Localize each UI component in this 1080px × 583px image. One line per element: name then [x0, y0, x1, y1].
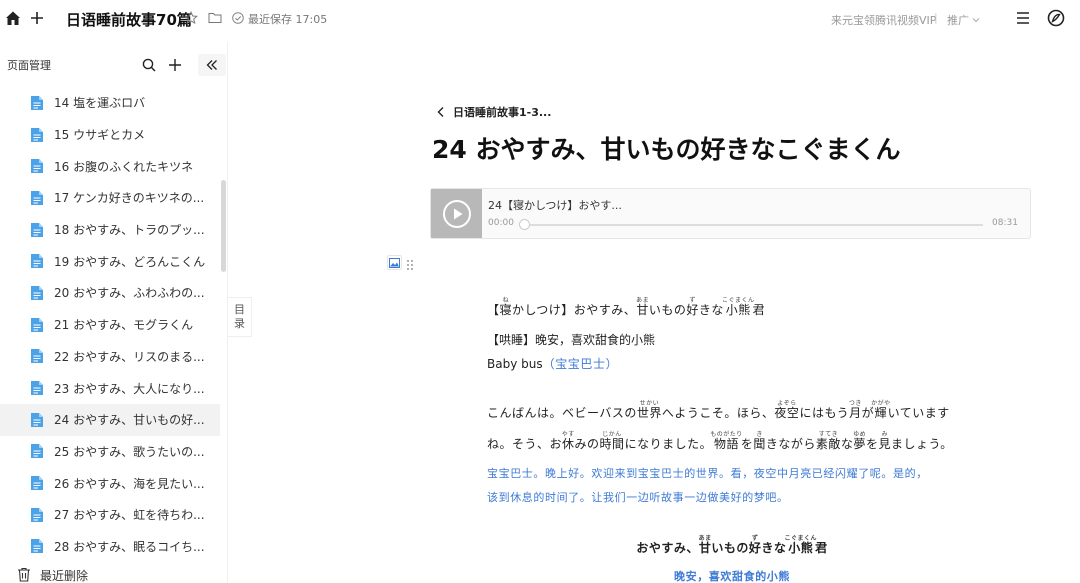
article-line-jp-title: 【寝ねかしつけ】おやすみ、甘あまいもの好ずきな小熊こぐまくん君 — [487, 297, 766, 317]
document-icon — [31, 95, 43, 110]
sidebar-item-label: 20 おやすみ、ふわふわの... — [54, 286, 205, 301]
outline-label-1: 目 — [234, 303, 245, 316]
chevron-down-icon — [972, 18, 980, 23]
collapse-sidebar-button[interactable] — [198, 54, 226, 76]
sidebar-item-label: 26 おやすみ、海を見たい... — [54, 476, 205, 491]
sidebar-item[interactable]: 20 おやすみ、ふわふわの... — [0, 277, 220, 309]
sidebar-item-active[interactable]: 24 おやすみ、甘いもの好... — [0, 403, 220, 436]
new-page-icon[interactable] — [28, 9, 46, 27]
sidebar-item-label: 23 おやすみ、大人になり... — [54, 381, 205, 396]
vip-promo-link[interactable]: 来元宝领腾讯视频VIP — [831, 12, 936, 28]
add-page-icon[interactable] — [168, 57, 183, 72]
search-icon[interactable] — [142, 57, 157, 72]
sidebar-item[interactable]: 22 おやすみ、リスのまる... — [0, 341, 220, 373]
separator: | — [934, 11, 938, 24]
page-list: 14 塩を運ぶロバ 15 ウサギとカメ 16 お腹のふくれたキツネ 17 ケンカ… — [0, 87, 220, 562]
sidebar-item-label: 17 ケンカ好きのキツネの... — [54, 191, 205, 206]
sidebar-item-label: 27 おやすみ、虹を待ちわ... — [54, 508, 205, 523]
page-title: 24 おやすみ、甘いもの好きなこぐまくん — [432, 135, 901, 164]
sidebar-item[interactable]: 25 おやすみ、歌うたいの... — [0, 436, 220, 468]
article-line-cn-2: 该到休息的时间了。让我们一边听故事一边做美好的梦吧。 — [487, 491, 789, 504]
document-title[interactable]: 日语睡前故事70篇 — [66, 9, 192, 30]
document-icon — [31, 476, 43, 491]
sidebar-item-label: 25 おやすみ、歌うたいの... — [54, 444, 205, 459]
breadcrumb[interactable]: 日语睡前故事1-3... — [435, 104, 551, 120]
trash-icon — [17, 567, 31, 582]
document-icon — [31, 159, 43, 174]
document-icon — [31, 444, 43, 459]
sidebar-item[interactable]: 14 塩を運ぶロバ — [0, 87, 220, 119]
folder-icon[interactable] — [207, 10, 222, 25]
document-icon — [31, 349, 43, 364]
promo-dropdown[interactable]: 推广 — [947, 12, 980, 28]
audio-progress-track[interactable] — [523, 224, 983, 226]
block-toolbar — [387, 255, 418, 270]
top-bar: 日语睡前故事70篇 最近保存 17:05 来元宝领腾讯视频VIP | 推广 — [0, 0, 1080, 36]
sidebar-item[interactable]: 23 おやすみ、大人になり... — [0, 372, 220, 404]
menu-icon[interactable] — [1015, 10, 1031, 26]
sidebar-item-label: 21 おやすみ、モグラくん — [54, 318, 194, 333]
star-icon[interactable] — [183, 10, 198, 25]
article-subtitle-cn: 晚安，喜欢甜食的小熊 — [674, 570, 790, 583]
saved-check-icon — [231, 11, 244, 24]
sidebar-item[interactable]: 21 おやすみ、モグラくん — [0, 309, 220, 341]
save-status: 最近保存 17:05 — [248, 13, 328, 26]
sidebar-item-label: 19 おやすみ、どろんこくん — [54, 254, 206, 269]
recently-deleted-label: 最近删除 — [40, 569, 89, 583]
sidebar-item-label: 15 ウサギとカメ — [54, 128, 146, 143]
sidebar-item-label: 24 おやすみ、甘いもの好... — [54, 413, 205, 428]
home-icon[interactable] — [4, 9, 22, 27]
article-line-cn-title: 【哄睡】晚安，喜欢甜食的小熊 — [487, 333, 656, 347]
article-line-credit: Baby bus（宝宝巴士） — [487, 357, 619, 371]
chevron-left-icon — [437, 107, 444, 117]
outline-toggle[interactable]: 目 录 — [228, 297, 252, 337]
breadcrumb-parent[interactable]: 日语睡前故事1-3... — [453, 104, 551, 120]
document-icon — [31, 190, 43, 205]
sidebar-title: 页面管理 — [7, 59, 51, 72]
play-icon — [442, 199, 471, 228]
document-icon — [31, 381, 43, 396]
article-line-jp-1: こんばんは。ベビーバスの世界せかいへようこそ。ほら、夜空よぞらにはもう月つきが輝… — [487, 400, 950, 420]
document-icon — [31, 285, 43, 300]
audio-title: 24【寝かしつけ】おやす... — [488, 199, 622, 212]
document-icon — [31, 507, 43, 522]
sidebar-item[interactable]: 19 おやすみ、どろんこくん — [0, 245, 220, 277]
sidebar-scrollbar[interactable] — [221, 180, 226, 272]
sidebar-item[interactable]: 26 おやすみ、海を見たい... — [0, 467, 220, 499]
sidebar-item-label: 14 塩を運ぶロバ — [54, 96, 146, 111]
document-icon — [31, 254, 43, 269]
audio-progress-handle[interactable] — [519, 219, 530, 230]
sidebar-item-label: 28 おやすみ、眠るコイち... — [54, 539, 205, 554]
sidebar-item[interactable]: 28 おやすみ、眠るコイち... — [0, 531, 220, 563]
app-logo-icon[interactable] — [1046, 8, 1066, 28]
document-icon — [31, 539, 43, 554]
promo-label: 推广 — [947, 14, 969, 27]
sidebar: 页面管理 14 塩を運ぶロバ 15 ウサギとカメ 16 お腹のふくれたキツネ 1… — [0, 42, 228, 583]
article-line-cn-1: 宝宝巴士。晚上好。欢迎来到宝宝巴士的世界。看，夜空中月亮已经闪耀了呢。是的， — [487, 467, 928, 480]
article-subtitle-jp: おやすみ、甘あまいもの好ずきな小熊こぐまくん君 — [636, 535, 828, 555]
sidebar-item[interactable]: 15 ウサギとカメ — [0, 119, 220, 151]
drag-handle-icon[interactable] — [406, 256, 418, 270]
sidebar-item[interactable]: 18 おやすみ、トラのプッ... — [0, 214, 220, 246]
recently-deleted-button[interactable]: 最近删除 — [0, 565, 228, 583]
document-icon — [31, 222, 43, 237]
document-icon — [31, 317, 43, 332]
sidebar-item-label: 22 おやすみ、リスのまる... — [54, 349, 205, 364]
sidebar-item[interactable]: 16 お腹のふくれたキツネ — [0, 150, 220, 182]
audio-duration: 08:31 — [992, 218, 1018, 228]
audio-player: 24【寝かしつけ】おやす... 00:00 08:31 — [430, 188, 1031, 239]
sidebar-item[interactable]: 27 おやすみ、虹を待ちわ... — [0, 499, 220, 531]
outline-label-2: 录 — [234, 317, 245, 330]
article-line-jp-2: ね。そう、お休やすみの時間じかんになりました。物語ものがたりを聞ききながら素敵す… — [487, 431, 953, 451]
audio-current-time: 00:00 — [488, 218, 514, 228]
double-chevron-left-icon — [206, 60, 217, 70]
sidebar-item[interactable]: 17 ケンカ好きのキツネの... — [0, 182, 220, 214]
sidebar-header: 页面管理 — [0, 54, 228, 76]
document-icon — [31, 127, 43, 142]
document-icon — [31, 412, 43, 427]
play-button[interactable] — [431, 189, 482, 238]
sidebar-item-label: 16 お腹のふくれたキツネ — [54, 159, 194, 174]
sidebar-item-label: 18 おやすみ、トラのプッ... — [54, 223, 205, 238]
image-icon[interactable] — [387, 255, 402, 270]
